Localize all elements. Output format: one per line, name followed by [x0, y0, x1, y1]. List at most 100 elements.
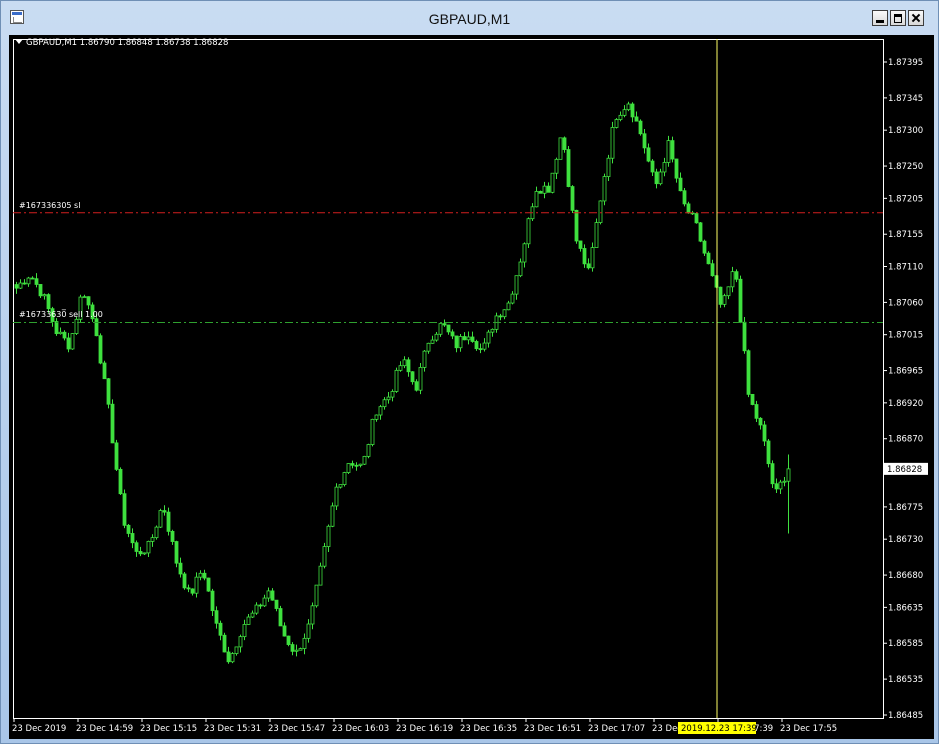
- candle-body: [166, 511, 171, 532]
- candle-body: [270, 590, 275, 601]
- candle-body: [350, 463, 355, 466]
- candle-body: [594, 222, 599, 248]
- candle-body: [374, 414, 379, 420]
- candle-body: [746, 350, 751, 395]
- candle-body: [634, 116, 639, 122]
- candle-body: [738, 278, 743, 323]
- y-tick-label: 1.86965: [888, 367, 923, 377]
- candle-body: [454, 335, 459, 349]
- candle-body: [742, 321, 747, 352]
- candle-body: [630, 103, 635, 118]
- candle-body: [142, 552, 147, 555]
- candle-body: [278, 608, 283, 627]
- candle-body: [386, 396, 391, 401]
- candle-body: [306, 623, 311, 639]
- candle-body: [382, 399, 387, 408]
- y-tick-label: 1.87205: [888, 194, 923, 204]
- candle-body: [754, 404, 759, 419]
- candle-body: [246, 616, 251, 625]
- candle-body: [202, 572, 207, 579]
- dropdown-arrow-icon[interactable]: [15, 39, 23, 44]
- candle-body: [38, 284, 43, 297]
- candle-body: [446, 324, 451, 333]
- candle-body: [414, 381, 419, 391]
- y-tick-label: 1.87060: [888, 298, 923, 308]
- candle-body: [666, 140, 671, 163]
- x-tick-label: 23 Dec 2019: [12, 724, 66, 734]
- candle-body: [146, 540, 151, 554]
- candle-body: [578, 240, 583, 249]
- candle-body: [130, 533, 135, 544]
- candle-body: [442, 323, 447, 326]
- y-tick-label: 1.87155: [888, 230, 923, 240]
- candle-body: [226, 651, 231, 663]
- candle-body: [18, 282, 23, 289]
- candle-body: [554, 158, 559, 174]
- candle-body: [234, 646, 239, 654]
- candle-body: [662, 162, 667, 173]
- candle-body: [610, 127, 615, 159]
- candle-body: [74, 318, 79, 334]
- candle-body: [674, 158, 679, 179]
- y-tick-label: 1.86730: [888, 535, 923, 545]
- close-button[interactable]: [908, 10, 924, 26]
- candle-body: [318, 565, 323, 586]
- candle-body: [254, 604, 259, 614]
- candle-body: [598, 200, 603, 223]
- candle-body: [298, 648, 303, 651]
- candle-body: [702, 240, 707, 254]
- candle-body: [362, 455, 367, 465]
- candle-body: [58, 331, 63, 335]
- candle-body: [170, 530, 175, 542]
- candle-body: [354, 464, 359, 467]
- candle-body: [730, 271, 735, 288]
- candle-body: [582, 248, 587, 265]
- candle-body: [150, 537, 155, 542]
- y-tick-label: 1.86585: [888, 639, 923, 649]
- candle-body: [242, 624, 247, 638]
- candle-body: [398, 365, 403, 371]
- candle-body: [566, 149, 571, 187]
- candle-body: [706, 252, 711, 265]
- y-tick-label: 1.86920: [888, 399, 923, 409]
- candle-body: [154, 526, 159, 539]
- maximize-button[interactable]: [890, 10, 906, 26]
- candle-body: [346, 463, 351, 473]
- candle-body: [258, 604, 263, 607]
- candle-body: [462, 336, 467, 341]
- candle-body: [510, 293, 515, 304]
- candle-body: [682, 190, 687, 205]
- candle-body: [66, 337, 71, 350]
- candle-body: [54, 321, 59, 335]
- candle-body: [498, 315, 503, 318]
- candle-body: [274, 599, 279, 609]
- candle-body: [206, 577, 211, 592]
- candle-body: [466, 336, 471, 341]
- x-tick-label: 23 Dec 16:03: [332, 724, 389, 734]
- y-tick-label: 1.87345: [888, 94, 923, 104]
- candle-body: [194, 576, 199, 594]
- candle-body: [710, 263, 715, 277]
- candle-body: [102, 362, 107, 380]
- candle-body: [282, 625, 287, 637]
- chart-area[interactable]: 1.87395 1.87345 1.87300 1.87250 1.87205 1.871…: [9, 35, 934, 739]
- minimize-button[interactable]: [872, 10, 888, 26]
- candle-body: [178, 562, 183, 575]
- x-tick-label: 23 Dec 14:59: [76, 724, 133, 734]
- candle-body: [430, 339, 435, 344]
- y-tick-label: 1.87395: [888, 58, 923, 68]
- candle-body: [286, 635, 291, 645]
- candle-body: [198, 572, 203, 578]
- candle-body: [210, 590, 215, 612]
- title-bar[interactable]: GBPAUD,M1: [1, 1, 938, 35]
- candle-body: [418, 367, 423, 391]
- candle-body: [310, 605, 315, 625]
- candle-body: [506, 302, 511, 311]
- candle-body: [82, 296, 87, 299]
- price-chart[interactable]: 1.87395 1.87345 1.87300 1.87250 1.87205 1.871…: [9, 35, 934, 739]
- candles-group: [14, 101, 791, 664]
- candle-body: [394, 369, 399, 392]
- candle-body: [406, 359, 411, 373]
- plot-frame: [13, 39, 884, 719]
- candle-body: [322, 546, 327, 567]
